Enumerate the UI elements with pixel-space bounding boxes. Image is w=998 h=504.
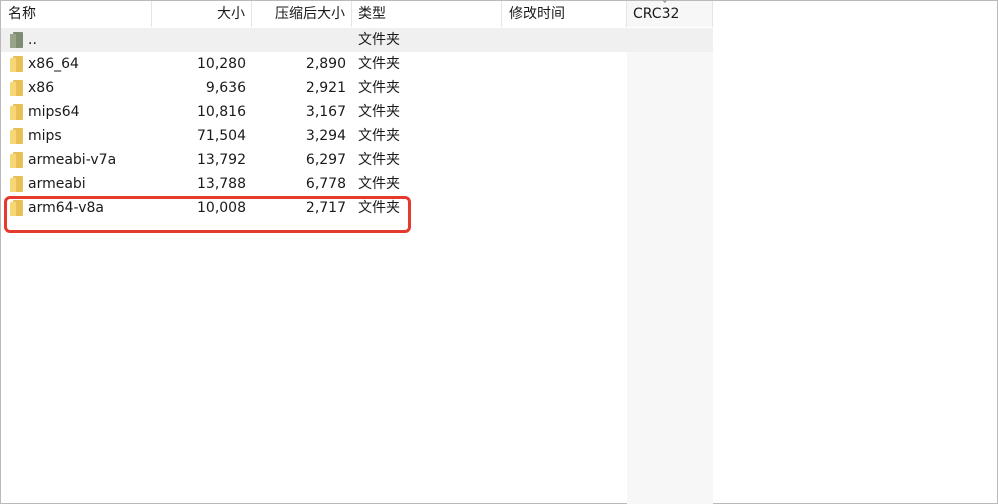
column-header: 名称 大小 压缩后大小 类型 修改时间 CRC32 ˇ [1,0,713,27]
file-row[interactable]: x86 9,636 2,921 文件夹 [1,76,713,100]
file-type: 文件夹 [358,128,400,144]
file-packed-size [253,28,346,52]
header-type[interactable]: 类型 [352,1,502,27]
file-packed-size: 6,297 [305,152,346,168]
folder-icon [10,128,23,144]
header-name[interactable]: 名称 [1,1,152,27]
folder-icon [10,80,23,96]
file-type: 文件夹 [358,176,400,192]
file-size: 13,792 [197,152,246,168]
file-type: 文件夹 [358,104,400,120]
file-size: 13,788 [197,176,246,192]
file-type: 文件夹 [358,80,400,96]
file-name: mips64 [28,104,80,120]
file-type: 文件夹 [358,152,400,168]
file-name: mips [28,128,62,144]
header-type-label: 类型 [358,6,386,22]
file-packed-size: 3,167 [305,104,346,120]
header-crc32[interactable]: CRC32 ˇ [627,0,713,27]
file-size: 10,280 [197,56,246,72]
file-row[interactable]: mips 71,504 3,294 文件夹 [1,124,713,148]
file-name: armeabi [28,176,86,192]
sort-arrow-icon: ˇ [662,0,668,12]
file-packed-size: 6,778 [305,176,346,192]
header-modified-label: 修改时间 [509,6,565,22]
header-name-label: 名称 [8,6,36,22]
folder-icon [10,176,23,192]
file-row[interactable]: armeabi-v7a 13,792 6,297 文件夹 [1,148,713,172]
file-size [153,28,246,52]
file-row[interactable]: armeabi 13,788 6,778 文件夹 [1,172,713,196]
folder-icon [10,152,23,168]
header-modified[interactable]: 修改时间 [502,1,627,27]
header-packed-size-label: 压缩后大小 [275,6,345,22]
file-name: .. [28,32,37,48]
file-name: x86 [28,80,55,96]
folder-icon [10,56,23,72]
file-name: x86_64 [28,56,79,72]
file-size: 10,816 [197,104,246,120]
file-size: 9,636 [205,80,246,96]
header-size-label: 大小 [217,6,245,22]
file-packed-size: 2,890 [305,56,346,72]
header-size[interactable]: 大小 [152,1,252,27]
file-packed-size: 2,921 [305,80,346,96]
folder-icon [10,104,23,120]
header-packed-size[interactable]: 压缩后大小 [252,1,352,27]
file-name: armeabi-v7a [28,152,117,168]
file-row[interactable]: .. 文件夹 [1,28,713,52]
file-row[interactable]: mips64 10,816 3,167 文件夹 [1,100,713,124]
file-type: 文件夹 [358,56,400,72]
highlight-annotation [4,196,411,233]
folder-up-icon [10,32,23,48]
file-row[interactable]: x86_64 10,280 2,890 文件夹 [1,52,713,76]
file-size: 71,504 [197,128,246,144]
header-crc32-label: CRC32 [633,6,680,22]
file-type: 文件夹 [358,32,400,48]
file-packed-size: 3,294 [305,128,346,144]
